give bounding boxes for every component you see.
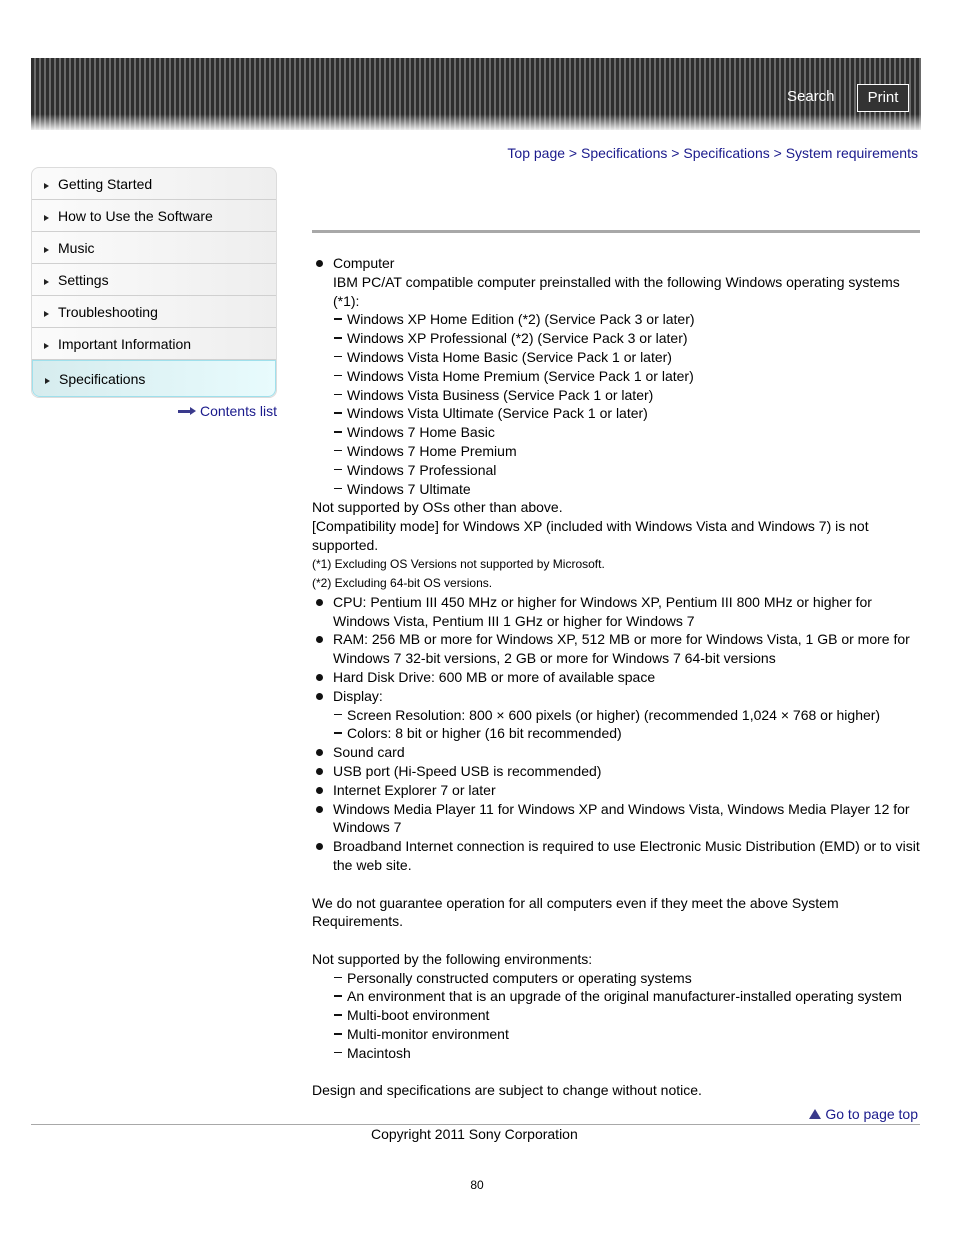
triangle-right-icon — [44, 182, 49, 189]
copyright: Copyright 2011 Sony Corporation — [371, 1126, 578, 1142]
os-list-item: Windows 7 Home Basic — [312, 423, 922, 442]
requirement-display: Display: — [312, 687, 922, 706]
sidebar-item-label: Troubleshooting — [58, 303, 158, 320]
os-list-item: Windows Vista Ultimate (Service Pack 1 o… — [312, 404, 922, 423]
os-list-item: Windows Vista Home Basic (Service Pack 1… — [312, 348, 922, 367]
computer-intro: IBM PC/AT compatible computer preinstall… — [333, 273, 900, 309]
sidebar-item-label: Specifications — [59, 370, 146, 387]
sidebar-item-important-information[interactable]: Important Information — [32, 328, 276, 360]
requirement-ram: RAM: 256 MB or more for Windows XP, 512 … — [312, 630, 922, 668]
environment-item: Macintosh — [312, 1044, 922, 1063]
triangle-right-icon — [44, 278, 49, 285]
breadcrumb-separator: > — [568, 145, 578, 161]
sidebar-item-label: Getting Started — [58, 175, 153, 192]
footer-divider — [31, 1124, 920, 1125]
requirement-sound-card: Sound card — [312, 743, 922, 762]
breadcrumb-specifications-sub[interactable]: Specifications — [683, 145, 769, 161]
breadcrumb-system-requirements[interactable]: System requirements — [786, 145, 918, 161]
header-banner: Search Print — [31, 58, 921, 130]
sidebar-item-specifications[interactable]: Specifications — [32, 360, 276, 397]
compatibility-mode-note: [Compatibility mode] for Windows XP (inc… — [312, 518, 869, 553]
display-resolution: Screen Resolution: 800 × 600 pixels (or … — [312, 706, 922, 725]
triangle-right-icon — [45, 377, 50, 384]
contents-list-label: Contents list — [199, 403, 277, 419]
search-link[interactable]: Search — [787, 88, 835, 105]
os-list-item: Windows 7 Home Premium — [312, 442, 922, 461]
breadcrumb: Top page > Specifications > Specificatio… — [507, 145, 918, 161]
environment-item: An environment that is an upgrade of the… — [312, 987, 922, 1006]
sidebar-item-music[interactable]: Music — [32, 232, 276, 264]
requirement-hdd: Hard Disk Drive: 600 MB or more of avail… — [312, 668, 922, 687]
triangle-right-icon — [44, 310, 49, 317]
sidebar-nav: Getting Started How to Use the Software … — [31, 167, 277, 398]
triangle-up-icon — [809, 1109, 822, 1119]
main-content: Computer IBM PC/AT compatible computer p… — [312, 254, 922, 1100]
breadcrumb-separator: > — [773, 145, 782, 161]
triangle-right-icon — [44, 246, 49, 253]
os-list-item: Windows 7 Professional — [312, 461, 922, 480]
sidebar-item-settings[interactable]: Settings — [32, 264, 276, 296]
arrow-right-icon — [177, 406, 196, 416]
environments-title: Not supported by the following environme… — [312, 950, 593, 967]
os-list-item: Windows Vista Business (Service Pack 1 o… — [312, 386, 922, 405]
go-to-page-top-label: Go to page top — [825, 1106, 918, 1122]
not-supported-note: Not supported by OSs other than above. — [312, 499, 563, 516]
guarantee-note: We do not guarantee operation for all co… — [312, 894, 839, 930]
requirement-wmp: Windows Media Player 11 for Windows XP a… — [312, 800, 922, 838]
display-colors: Colors: 8 bit or higher (16 bit recommen… — [312, 724, 922, 743]
os-list-item: Windows 7 Ultimate — [312, 480, 922, 499]
breadcrumb-specifications[interactable]: Specifications — [581, 145, 667, 161]
triangle-right-icon — [44, 214, 49, 221]
go-to-page-top-link[interactable]: Go to page top — [809, 1106, 918, 1122]
page-number: 80 — [470, 1178, 484, 1192]
change-notice: Design and specifications are subject to… — [312, 1082, 702, 1099]
sidebar-item-troubleshooting[interactable]: Troubleshooting — [32, 296, 276, 328]
sidebar-item-getting-started[interactable]: Getting Started — [32, 168, 276, 200]
requirement-usb: USB port (Hi-Speed USB is recommended) — [312, 762, 922, 781]
computer-title: Computer — [333, 255, 395, 271]
print-button[interactable]: Print — [857, 84, 909, 112]
footnote-2: (*2) Excluding 64-bit OS versions. — [312, 575, 493, 590]
sidebar-item-label: Settings — [58, 271, 109, 288]
sidebar-item-label: How to Use the Software — [58, 207, 213, 224]
breadcrumb-top-page[interactable]: Top page — [507, 145, 565, 161]
os-list-item: Windows Vista Home Premium (Service Pack… — [312, 367, 922, 386]
footnote-1: (*1) Excluding OS Versions not supported… — [312, 556, 605, 571]
triangle-right-icon — [44, 342, 49, 349]
os-list-item: Windows XP Home Edition (*2) (Service Pa… — [312, 310, 922, 329]
list-item-computer: Computer IBM PC/AT compatible computer p… — [312, 254, 922, 310]
os-list-item: Windows XP Professional (*2) (Service Pa… — [312, 329, 922, 348]
contents-list-link[interactable]: Contents list — [177, 403, 277, 419]
environment-item: Multi-monitor environment — [312, 1025, 922, 1044]
environment-item: Multi-boot environment — [312, 1006, 922, 1025]
sidebar: Getting Started How to Use the Software … — [31, 167, 277, 419]
requirement-ie: Internet Explorer 7 or later — [312, 781, 922, 800]
environment-item: Personally constructed computers or oper… — [312, 969, 922, 988]
breadcrumb-separator: > — [671, 145, 680, 161]
sidebar-item-how-to-use-software[interactable]: How to Use the Software — [32, 200, 276, 232]
sidebar-item-label: Important Information — [58, 335, 192, 352]
title-divider — [312, 230, 920, 233]
sidebar-item-label: Music — [58, 239, 95, 256]
requirement-broadband: Broadband Internet connection is require… — [312, 837, 922, 875]
requirement-cpu: CPU: Pentium III 450 MHz or higher for W… — [312, 593, 922, 631]
